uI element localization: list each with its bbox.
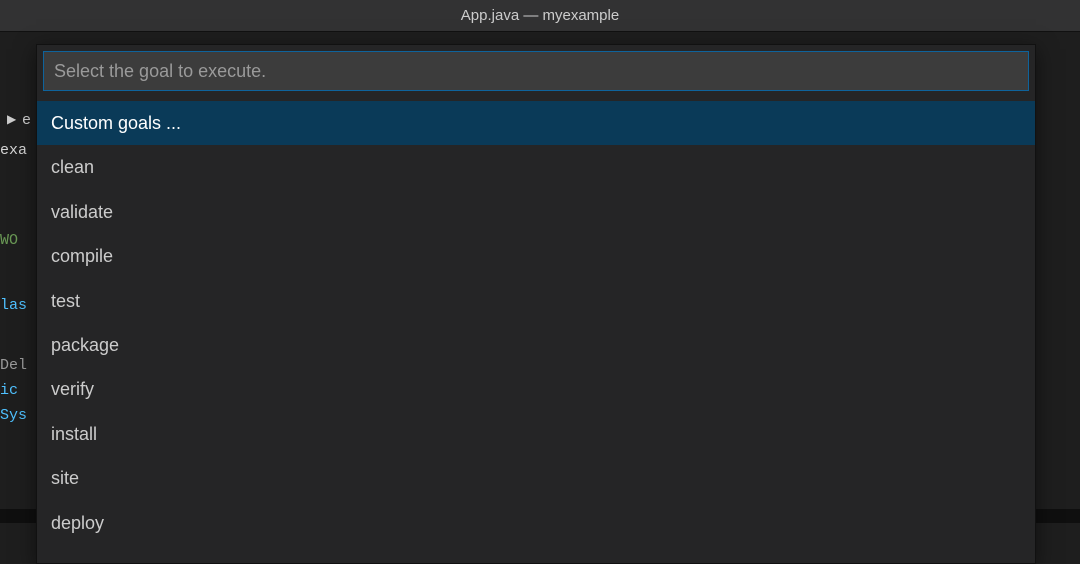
quick-item-verify[interactable]: verify (37, 367, 1035, 411)
editor-fragment-del: Del (0, 357, 27, 374)
editor-fragment-sys: Sys (0, 407, 27, 424)
quick-item-site[interactable]: site (37, 456, 1035, 500)
quick-pick-list: Custom goals ... clean validate compile … (37, 97, 1035, 563)
goal-select-input[interactable] (54, 61, 1018, 82)
tree-expand-caret-icon[interactable]: ▶ (7, 112, 16, 127)
window-title: App.java — myexample (461, 7, 619, 24)
editor-fragment-wo: WO (0, 232, 18, 249)
editor-fragment-exa: exa (0, 142, 27, 159)
quick-item-test[interactable]: test (37, 279, 1035, 323)
editor-fragment-las: las (0, 297, 27, 314)
quick-item-install[interactable]: install (37, 412, 1035, 456)
quick-item-package[interactable]: package (37, 323, 1035, 367)
tree-item-partial[interactable]: e (22, 112, 31, 129)
quick-item-validate[interactable]: validate (37, 190, 1035, 234)
editor-fragment-ic: ic (0, 382, 18, 399)
quick-item-clean[interactable]: clean (37, 145, 1035, 189)
quick-item-custom-goals[interactable]: Custom goals ... (37, 101, 1035, 145)
quick-item-label: package (51, 335, 119, 355)
quick-item-label: site (51, 468, 79, 488)
quick-item-label: test (51, 291, 80, 311)
quick-input-box[interactable] (43, 51, 1029, 91)
quick-item-label: verify (51, 379, 94, 399)
titlebar: App.java — myexample (0, 0, 1080, 32)
quick-item-label: clean (51, 157, 94, 177)
quick-item-label: install (51, 424, 97, 444)
quick-item-label: validate (51, 202, 113, 222)
quick-input-widget: Custom goals ... clean validate compile … (36, 44, 1036, 564)
quick-item-label: compile (51, 246, 113, 266)
quick-item-compile[interactable]: compile (37, 234, 1035, 278)
quick-item-label: Custom goals ... (51, 113, 181, 133)
